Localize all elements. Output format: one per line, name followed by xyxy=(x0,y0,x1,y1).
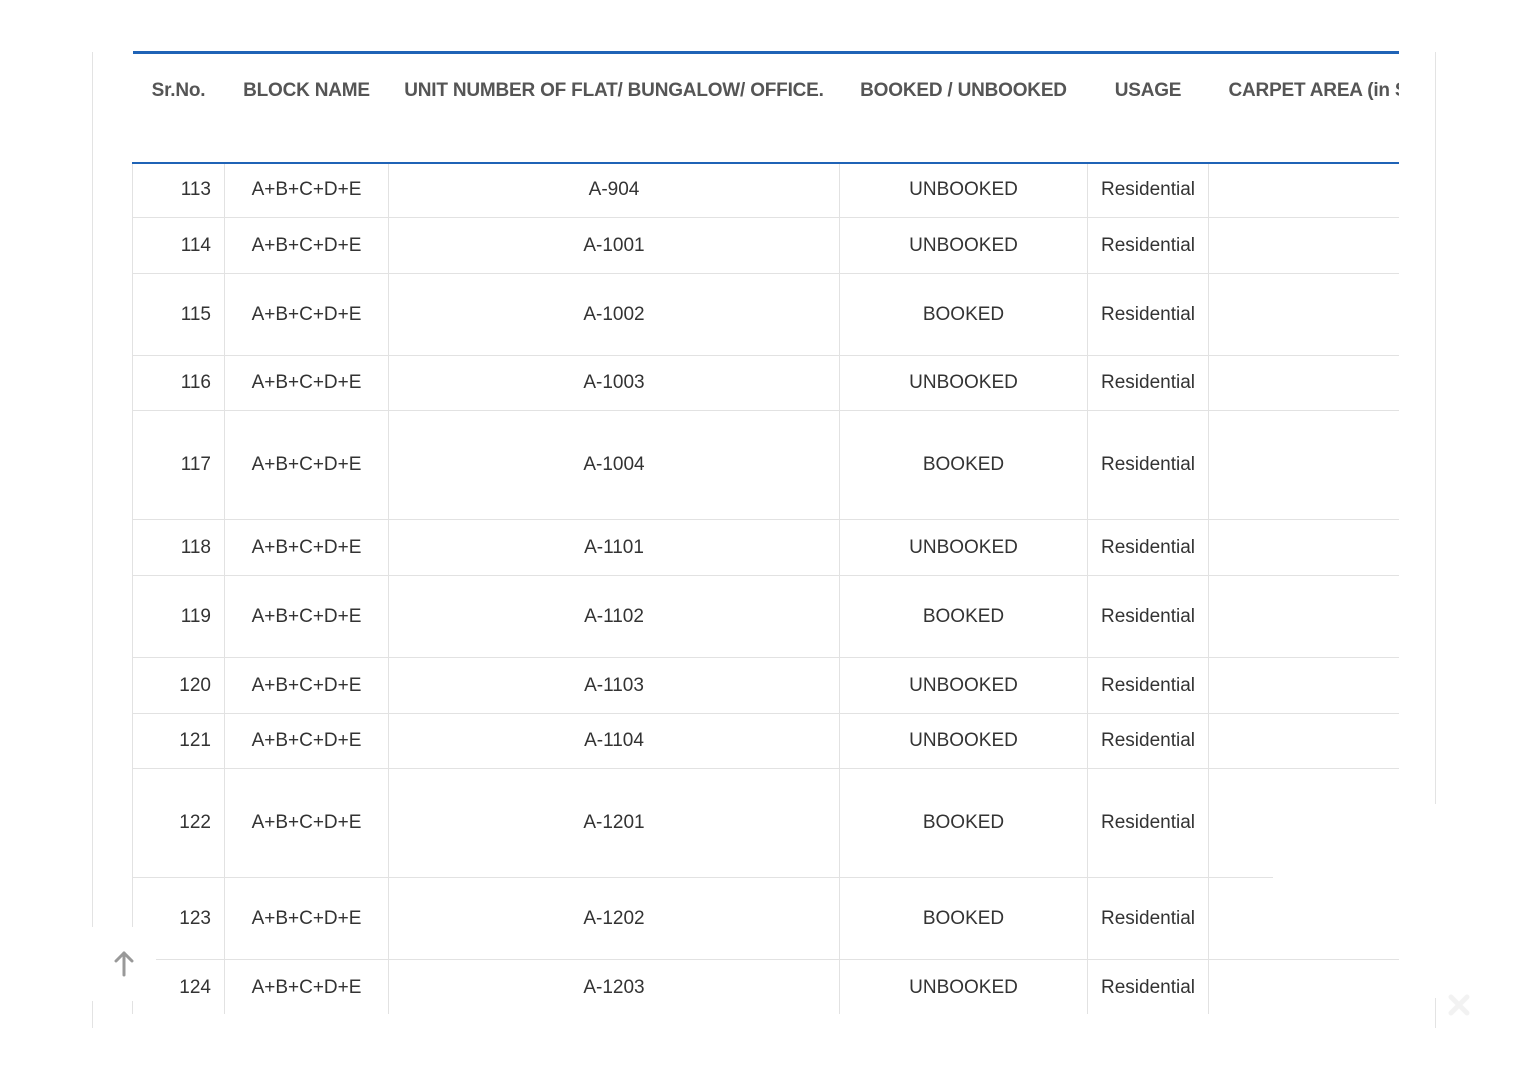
cell-usage: Residential xyxy=(1087,162,1209,218)
scroll-to-top-button[interactable] xyxy=(92,927,156,1001)
cell-sr-no: 119 xyxy=(132,575,225,658)
cell-unit-number: A-1003 xyxy=(388,355,840,411)
content-frame-right-border-lower xyxy=(1435,998,1436,1028)
cell-block-name: A+B+C+D+E xyxy=(224,877,389,960)
cell-booked-status: UNBOOKED xyxy=(839,657,1088,714)
cell-usage: Residential xyxy=(1087,217,1209,274)
header-unit-number: UNIT NUMBER OF FLAT/ BUNGALOW/ OFFICE. xyxy=(388,51,840,164)
cell-booked-status: UNBOOKED xyxy=(839,519,1088,576)
header-row: Sr.No. BLOCK NAME UNIT NUMBER OF FLAT/ B… xyxy=(132,51,1399,164)
table-row: 121 A+B+C+D+E A-1104 UNBOOKED Residential xyxy=(132,713,1399,769)
table-row: 115 A+B+C+D+E A-1002 BOOKED Residential xyxy=(132,273,1399,356)
cell-sr-no: 120 xyxy=(132,657,225,714)
cell-block-name: A+B+C+D+E xyxy=(224,959,389,1014)
cell-carpet-area xyxy=(1208,657,1399,714)
cell-sr-no: 114 xyxy=(132,217,225,274)
content-frame-left-border xyxy=(92,52,93,1028)
cell-usage: Residential xyxy=(1087,877,1209,960)
cell-carpet-area xyxy=(1208,355,1399,411)
cell-carpet-area xyxy=(1208,519,1399,576)
table-row: 124 A+B+C+D+E A-1203 UNBOOKED Residential xyxy=(132,959,1399,1014)
overlay-mask xyxy=(1273,806,1433,956)
cell-booked-status: BOOKED xyxy=(839,575,1088,658)
cell-sr-no: 122 xyxy=(132,768,225,878)
cell-unit-number: A-1004 xyxy=(388,410,840,520)
cell-unit-number: A-1103 xyxy=(388,657,840,714)
table-header: Sr.No. BLOCK NAME UNIT NUMBER OF FLAT/ B… xyxy=(132,51,1399,164)
table-row: 118 A+B+C+D+E A-1101 UNBOOKED Residential xyxy=(132,519,1399,576)
cell-usage: Residential xyxy=(1087,273,1209,356)
close-icon xyxy=(1448,994,1470,1021)
cell-block-name: A+B+C+D+E xyxy=(224,410,389,520)
cell-carpet-area xyxy=(1208,410,1399,520)
cell-carpet-area xyxy=(1208,162,1399,218)
table-row: 116 A+B+C+D+E A-1003 UNBOOKED Residential xyxy=(132,355,1399,411)
cell-usage: Residential xyxy=(1087,768,1209,878)
content-frame-right-border xyxy=(1435,52,1436,804)
cell-unit-number: A-1002 xyxy=(388,273,840,356)
table-row: 120 A+B+C+D+E A-1103 UNBOOKED Residential xyxy=(132,657,1399,714)
cell-carpet-area xyxy=(1208,575,1399,658)
cell-booked-status: UNBOOKED xyxy=(839,355,1088,411)
cell-block-name: A+B+C+D+E xyxy=(224,519,389,576)
cell-unit-number: A-1202 xyxy=(388,877,840,960)
table-row: 123 A+B+C+D+E A-1202 BOOKED Residential xyxy=(132,877,1399,960)
cell-usage: Residential xyxy=(1087,713,1209,769)
cell-booked-status: BOOKED xyxy=(839,877,1088,960)
table-row: 122 A+B+C+D+E A-1201 BOOKED Residential xyxy=(132,768,1399,878)
cell-sr-no: 113 xyxy=(132,162,225,218)
cell-carpet-area xyxy=(1208,713,1399,769)
table-body: 113 A+B+C+D+E A-904 UNBOOKED Residential 114 A… xyxy=(132,162,1399,1014)
inventory-table-scroll-container[interactable]: Sr.No. BLOCK NAME UNIT NUMBER OF FLAT/ B… xyxy=(132,51,1399,1014)
cell-booked-status: UNBOOKED xyxy=(839,162,1088,218)
cell-booked-status: UNBOOKED xyxy=(839,959,1088,1014)
arrow-up-icon xyxy=(113,951,135,977)
cell-block-name: A+B+C+D+E xyxy=(224,217,389,274)
cell-block-name: A+B+C+D+E xyxy=(224,768,389,878)
cell-usage: Residential xyxy=(1087,519,1209,576)
cell-sr-no: 116 xyxy=(132,355,225,411)
cell-booked-status: UNBOOKED xyxy=(839,217,1088,274)
cell-sr-no: 118 xyxy=(132,519,225,576)
header-usage: USAGE xyxy=(1087,51,1209,164)
table-row: 114 A+B+C+D+E A-1001 UNBOOKED Residential xyxy=(132,217,1399,274)
header-booked-status: BOOKED / UNBOOKED xyxy=(839,51,1088,164)
cell-unit-number: A-1001 xyxy=(388,217,840,274)
cell-sr-no: 115 xyxy=(132,273,225,356)
cell-block-name: A+B+C+D+E xyxy=(224,575,389,658)
header-sr-no: Sr.No. xyxy=(132,51,225,164)
cell-usage: Residential xyxy=(1087,410,1209,520)
cell-block-name: A+B+C+D+E xyxy=(224,162,389,218)
cell-sr-no: 121 xyxy=(132,713,225,769)
cell-block-name: A+B+C+D+E xyxy=(224,355,389,411)
table-row: 119 A+B+C+D+E A-1102 BOOKED Residential xyxy=(132,575,1399,658)
cell-block-name: A+B+C+D+E xyxy=(224,657,389,714)
inventory-table: Sr.No. BLOCK NAME UNIT NUMBER OF FLAT/ B… xyxy=(132,51,1399,1014)
table-row: 113 A+B+C+D+E A-904 UNBOOKED Residential xyxy=(132,162,1399,218)
cell-carpet-area xyxy=(1208,217,1399,274)
cell-sr-no: 117 xyxy=(132,410,225,520)
cell-usage: Residential xyxy=(1087,355,1209,411)
cell-booked-status: BOOKED xyxy=(839,273,1088,356)
cell-unit-number: A-904 xyxy=(388,162,840,218)
table-row: 117 A+B+C+D+E A-1004 BOOKED Residential xyxy=(132,410,1399,520)
cell-block-name: A+B+C+D+E xyxy=(224,273,389,356)
cell-unit-number: A-1104 xyxy=(388,713,840,769)
cell-block-name: A+B+C+D+E xyxy=(224,713,389,769)
cell-usage: Residential xyxy=(1087,657,1209,714)
cell-unit-number: A-1101 xyxy=(388,519,840,576)
cell-unit-number: A-1102 xyxy=(388,575,840,658)
cell-carpet-area xyxy=(1208,273,1399,356)
close-button[interactable] xyxy=(1444,992,1474,1022)
cell-usage: Residential xyxy=(1087,575,1209,658)
cell-booked-status: BOOKED xyxy=(839,410,1088,520)
cell-unit-number: A-1203 xyxy=(388,959,840,1014)
header-carpet-area: CARPET AREA (in Sq xyxy=(1208,51,1399,164)
cell-unit-number: A-1201 xyxy=(388,768,840,878)
cell-booked-status: BOOKED xyxy=(839,768,1088,878)
cell-carpet-area xyxy=(1208,959,1399,1014)
header-block-name: BLOCK NAME xyxy=(224,51,389,164)
cell-booked-status: UNBOOKED xyxy=(839,713,1088,769)
cell-usage: Residential xyxy=(1087,959,1209,1014)
